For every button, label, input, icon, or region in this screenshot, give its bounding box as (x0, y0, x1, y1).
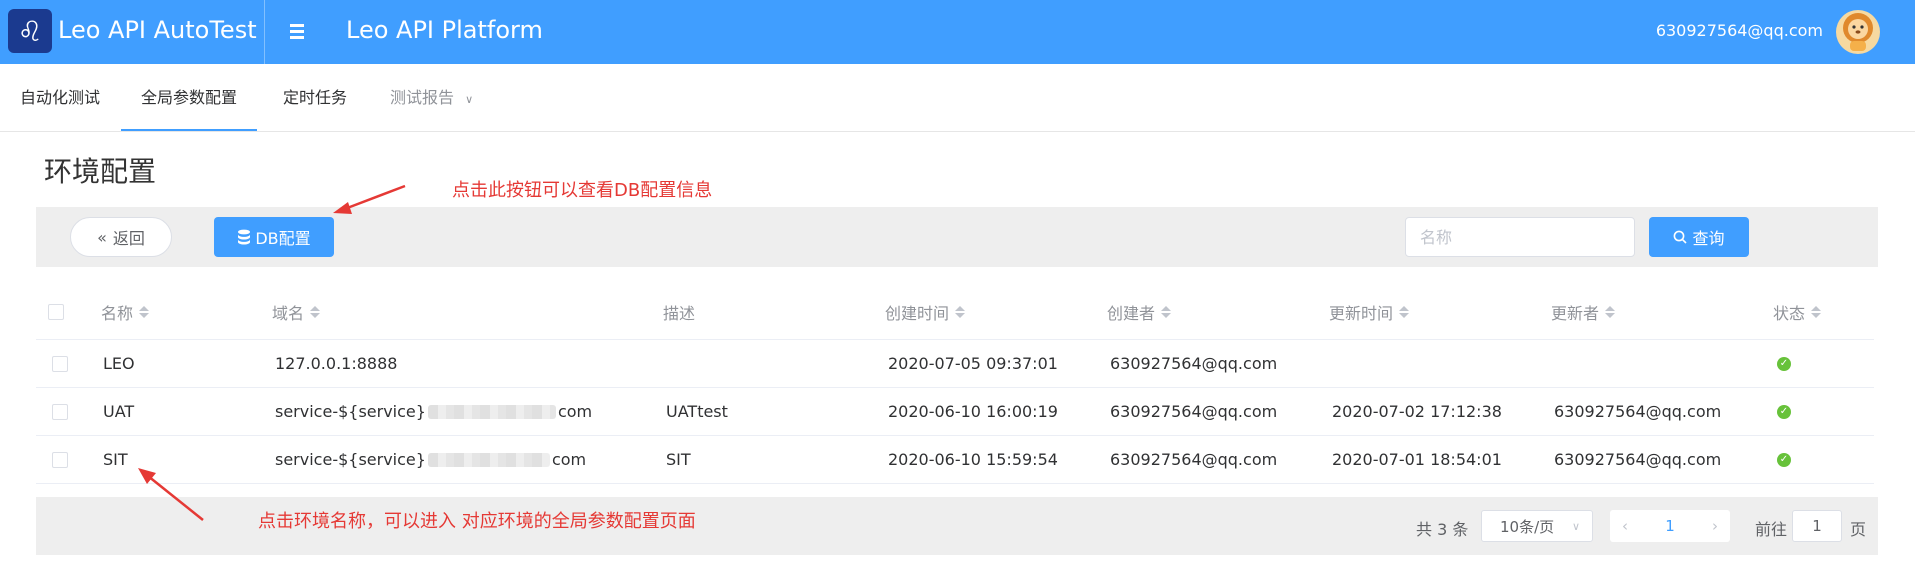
search-button[interactable]: 查询 (1649, 217, 1749, 257)
main-tabs: 自动化测试 全局参数配置 定时任务 测试报告 ∨ (0, 64, 1915, 132)
col-header-updated[interactable]: 更新时间 (1329, 284, 1410, 339)
col-header-creator[interactable]: 创建者 (1107, 284, 1172, 339)
environment-table: 名称 域名 描述 创建时间 创建者 更新时间 更新者 状态 LEO 127.0.… (36, 284, 1874, 484)
table-header: 名称 域名 描述 创建时间 创建者 更新时间 更新者 状态 (36, 284, 1874, 340)
tab-test-report-label: 测试报告 (390, 88, 455, 107)
page-unit-label: 页 (1850, 520, 1867, 539)
env-name-link[interactable]: LEO (103, 340, 135, 387)
col-header-name[interactable]: 名称 (101, 284, 150, 339)
db-config-label: DB配置 (255, 229, 311, 248)
sort-icon[interactable] (1399, 305, 1410, 318)
env-created-time: 2020-07-05 09:37:01 (888, 354, 1058, 373)
select-all-checkbox[interactable] (48, 303, 64, 320)
blurred-domain (427, 452, 550, 467)
env-creator: 630927564@qq.com (1110, 450, 1278, 469)
chevron-down-icon: ∨ (465, 93, 474, 106)
menu-toggle-icon[interactable] (290, 20, 312, 42)
back-button[interactable]: « 返回 (70, 217, 172, 257)
page-number-current[interactable]: 1 (1655, 510, 1685, 542)
table-row: LEO 127.0.0.1:8888 2020-07-05 09:37:01 6… (36, 340, 1874, 388)
env-updater: 630927564@qq.com (1554, 402, 1722, 421)
env-updated-time: 2020-07-02 17:12:38 (1332, 402, 1502, 421)
env-updated-time: 2020-07-01 18:54:01 (1332, 450, 1502, 469)
sort-icon[interactable] (1811, 305, 1822, 318)
name-hint-annotation: 点击环境名称，可以进入 对应环境的全局参数配置页面 (258, 511, 696, 532)
goto-page-input[interactable] (1792, 510, 1842, 542)
env-creator: 630927564@qq.com (1110, 402, 1278, 421)
status-ok-icon: ✓ (1777, 404, 1791, 419)
col-header-status[interactable]: 状态 (1773, 284, 1822, 339)
row-checkbox[interactable] (52, 403, 68, 420)
col-header-created[interactable]: 创建时间 (885, 284, 966, 339)
pagination-total: 共 3 条 (1416, 520, 1469, 539)
user-avatar[interactable] (1836, 10, 1880, 54)
app-title: Leo API AutoTest (58, 16, 257, 44)
next-page-icon[interactable]: › (1700, 510, 1730, 542)
back-button-label: 返回 (112, 229, 145, 248)
header-divider (264, 0, 265, 64)
env-creator: 630927564@qq.com (1110, 354, 1278, 373)
database-icon (238, 229, 251, 245)
goto-label: 前往 (1755, 520, 1788, 539)
toolbar: « 返回 DB配置 查询 (36, 207, 1878, 267)
row-checkbox[interactable] (52, 451, 68, 468)
row-checkbox[interactable] (52, 355, 68, 372)
tab-automation-test[interactable]: 自动化测试 (0, 64, 120, 131)
env-created-time: 2020-06-10 16:00:19 (888, 402, 1058, 421)
prev-page-icon[interactable]: ‹ (1610, 510, 1640, 542)
sort-icon[interactable] (139, 305, 150, 318)
page-size-value: 10条/页 (1500, 517, 1555, 536)
env-domain: service-${service} com (275, 450, 587, 469)
db-hint-annotation: 点击此按钮可以查看DB配置信息 (452, 180, 713, 201)
env-name-link[interactable]: SIT (103, 436, 128, 483)
page-size-select[interactable]: 10条/页 ∨ (1481, 510, 1593, 542)
search-button-label: 查询 (1692, 229, 1725, 248)
env-updater: 630927564@qq.com (1554, 450, 1722, 469)
table-row: UAT service-${service} com UATtest 2020-… (36, 388, 1874, 436)
chevron-down-icon: ∨ (1571, 520, 1580, 533)
db-config-button[interactable]: DB配置 (214, 217, 334, 257)
double-chevron-left-icon: « (97, 227, 107, 247)
lion-avatar-icon (1843, 13, 1873, 51)
tab-global-params[interactable]: 全局参数配置 (121, 64, 258, 131)
page-title: 环境配置 (44, 155, 157, 188)
env-desc: UATtest (666, 402, 728, 421)
tab-test-report[interactable]: 测试报告 ∨ (370, 64, 493, 131)
col-header-desc: 描述 (663, 303, 696, 323)
sort-icon[interactable] (1605, 305, 1616, 318)
user-email[interactable]: 630927564@qq.com (1656, 21, 1823, 40)
sort-icon[interactable] (310, 305, 321, 318)
name-search-input[interactable] (1405, 217, 1635, 257)
env-domain: 127.0.0.1:8888 (275, 354, 398, 373)
col-header-domain[interactable]: 域名 (272, 284, 321, 339)
tab-scheduled-tasks[interactable]: 定时任务 (263, 64, 367, 131)
leo-logo[interactable]: ♌ (8, 9, 52, 53)
pager: ‹ 1 › (1610, 510, 1730, 542)
table-row: SIT service-${service} com SIT 2020-06-1… (36, 436, 1874, 484)
col-header-updater[interactable]: 更新者 (1551, 284, 1616, 339)
env-name-link[interactable]: UAT (103, 388, 134, 435)
env-desc: SIT (666, 450, 691, 469)
env-created-time: 2020-06-10 15:59:54 (888, 450, 1058, 469)
search-icon (1674, 230, 1688, 244)
platform-title: Leo API Platform (346, 16, 543, 44)
status-ok-icon: ✓ (1777, 452, 1791, 467)
sort-icon[interactable] (1161, 305, 1172, 318)
env-domain: service-${service} com (275, 402, 593, 421)
top-header: ♌ Leo API AutoTest Leo API Platform 6309… (0, 0, 1915, 64)
sort-icon[interactable] (955, 305, 966, 318)
blurred-domain (427, 404, 556, 419)
status-ok-icon: ✓ (1777, 356, 1791, 371)
